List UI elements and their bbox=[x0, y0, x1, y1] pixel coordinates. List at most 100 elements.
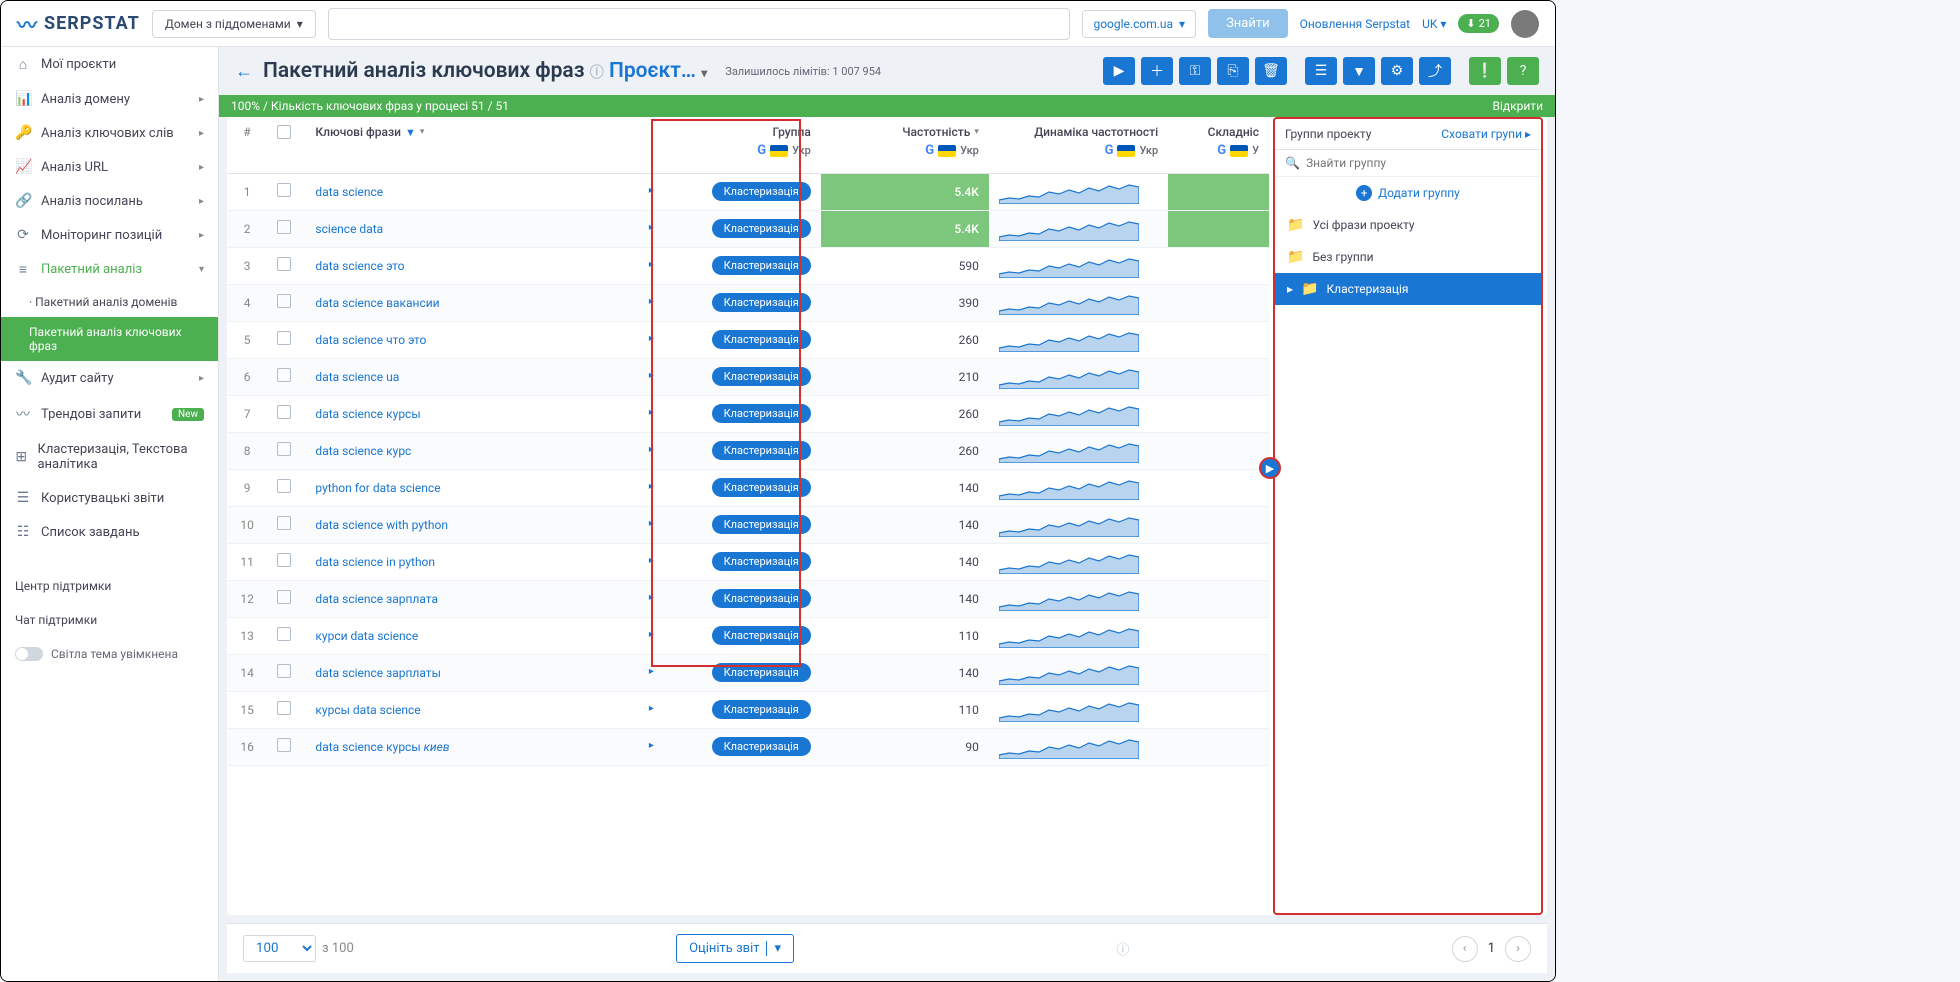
group-pill[interactable]: Кластеризація bbox=[712, 478, 811, 497]
expand-icon[interactable]: ▸ bbox=[649, 370, 654, 381]
group-pill[interactable]: Кластеризація bbox=[712, 552, 811, 571]
sort-icon[interactable]: ▾ bbox=[974, 127, 979, 137]
row-checkbox[interactable] bbox=[277, 331, 291, 345]
group-pill[interactable]: Кластеризація bbox=[712, 700, 811, 719]
keyword-cell[interactable]: data science курсы▸ bbox=[305, 395, 664, 432]
add-button[interactable]: ＋ bbox=[1141, 57, 1173, 85]
keyword-cell[interactable]: data science ua▸ bbox=[305, 358, 664, 395]
sidebar-item[interactable]: 📈Аналіз URL▸ bbox=[1, 150, 218, 184]
search-input[interactable] bbox=[328, 8, 1071, 40]
col-keywords[interactable]: Ключові фрази ▼ ▾ bbox=[305, 117, 664, 173]
expand-icon[interactable]: ▸ bbox=[649, 592, 654, 603]
hide-groups-link[interactable]: Сховати групи ▸ bbox=[1441, 127, 1531, 141]
sidebar-item[interactable]: ≡Пакетний аналіз▾ bbox=[1, 252, 218, 287]
language-select[interactable]: UK ▾ bbox=[1422, 17, 1446, 31]
settings-button[interactable]: ⚙ bbox=[1381, 57, 1413, 85]
group-pill[interactable]: Кластеризація bbox=[712, 663, 811, 682]
row-checkbox[interactable] bbox=[277, 738, 291, 752]
search-button[interactable]: Знайти bbox=[1208, 9, 1288, 38]
sort-icon[interactable]: ▾ bbox=[420, 127, 425, 137]
group-pill[interactable]: Кластеризація bbox=[712, 404, 811, 423]
search-type-select[interactable]: Домен з піддоменами ▾ bbox=[152, 10, 316, 38]
expand-icon[interactable]: ▸ bbox=[649, 481, 654, 492]
sidebar-item[interactable]: ☰Користувацькі звіти bbox=[1, 481, 218, 515]
sidebar-item[interactable]: 🔗Аналіз посилань▸ bbox=[1, 184, 218, 218]
col-frequency[interactable]: Частотність ▾ G Укр bbox=[821, 117, 989, 173]
play-button[interactable]: ▶ bbox=[1103, 57, 1135, 85]
next-page-button[interactable]: › bbox=[1505, 936, 1531, 962]
group-search-input[interactable] bbox=[1306, 156, 1531, 170]
row-checkbox[interactable] bbox=[277, 590, 291, 604]
support-chat-link[interactable]: Чат підтримки bbox=[1, 603, 218, 637]
sidebar-item[interactable]: 🔑Аналіз ключових слів▸ bbox=[1, 116, 218, 150]
info-icon[interactable]: ⓘ bbox=[1116, 939, 1129, 958]
keyword-cell[interactable]: python for data science▸ bbox=[305, 469, 664, 506]
feedback-button[interactable]: ❕ bbox=[1469, 57, 1501, 85]
keyword-cell[interactable]: science data▸ bbox=[305, 210, 664, 247]
filter-button[interactable]: ▼ bbox=[1343, 57, 1375, 85]
keyword-cell[interactable]: data science in python▸ bbox=[305, 543, 664, 580]
expand-icon[interactable]: ▸ bbox=[649, 222, 654, 233]
group-item[interactable]: 📁Без группи bbox=[1275, 241, 1541, 273]
expand-icon[interactable]: ▸ bbox=[649, 518, 654, 529]
expand-icon[interactable]: ▸ bbox=[649, 407, 654, 418]
support-center-link[interactable]: Центр підтримки bbox=[1, 569, 218, 603]
keyword-cell[interactable]: data science курсы киев▸ bbox=[305, 728, 664, 765]
row-checkbox[interactable] bbox=[277, 294, 291, 308]
row-checkbox[interactable] bbox=[277, 368, 291, 382]
group-search[interactable]: 🔍 bbox=[1275, 150, 1541, 177]
keyword-cell[interactable]: data science зарплаты▸ bbox=[305, 654, 664, 691]
updates-link[interactable]: Оновлення Serpstat bbox=[1300, 17, 1410, 31]
group-pill[interactable]: Кластеризація bbox=[712, 589, 811, 608]
keyword-cell[interactable]: data science что это▸ bbox=[305, 321, 664, 358]
row-checkbox[interactable] bbox=[277, 405, 291, 419]
download-badge[interactable]: ⬇ 21 bbox=[1458, 14, 1499, 33]
row-checkbox[interactable] bbox=[277, 442, 291, 456]
row-checkbox[interactable] bbox=[277, 479, 291, 493]
key-button[interactable]: ⚿ bbox=[1179, 57, 1211, 85]
keyword-cell[interactable]: data science курс▸ bbox=[305, 432, 664, 469]
group-pill[interactable]: Кластеризація bbox=[712, 219, 811, 238]
expand-icon[interactable]: ▸ bbox=[649, 185, 654, 196]
sidebar-item[interactable]: ⟳Моніторинг позицій▸ bbox=[1, 218, 218, 252]
sidebar-item[interactable]: ⌂Мої проєкти bbox=[1, 47, 218, 82]
col-dynamics[interactable]: Динаміка частотності G Укр bbox=[989, 117, 1168, 173]
group-item[interactable]: 📁Усі фрази проекту bbox=[1275, 209, 1541, 241]
delete-button[interactable]: 🗑 bbox=[1255, 57, 1287, 85]
keyword-cell[interactable]: data science with python▸ bbox=[305, 506, 664, 543]
search-engine-select[interactable]: google.com.ua ▾ bbox=[1082, 10, 1196, 38]
select-all-checkbox[interactable] bbox=[277, 125, 291, 139]
group-pill[interactable]: Кластеризація bbox=[712, 367, 811, 386]
expand-icon[interactable]: ▸ bbox=[649, 444, 654, 455]
page-size-select[interactable]: 100 bbox=[243, 935, 316, 962]
sidebar-item[interactable]: 〰Трендові запитиNew bbox=[1, 395, 218, 433]
sidebar-item[interactable]: 🔧Аудит сайту▸ bbox=[1, 361, 218, 395]
group-pill[interactable]: Кластеризація bbox=[712, 441, 811, 460]
sidebar-item[interactable]: 📊Аналіз домену▸ bbox=[1, 82, 218, 116]
export-button[interactable]: ⤴ bbox=[1419, 57, 1451, 85]
expand-panel-button[interactable]: ▶ bbox=[1259, 457, 1281, 479]
group-item[interactable]: ▸📁Кластеризація bbox=[1275, 273, 1541, 305]
open-link[interactable]: Відкрити bbox=[1493, 99, 1543, 113]
group-pill[interactable]: Кластеризація bbox=[712, 626, 811, 645]
sidebar-sub-item[interactable]: · Пакетний аналіз доменів bbox=[29, 287, 218, 317]
group-pill[interactable]: Кластеризація bbox=[712, 737, 811, 756]
row-checkbox[interactable] bbox=[277, 516, 291, 530]
expand-icon[interactable]: ▸ bbox=[649, 629, 654, 640]
rate-report-button[interactable]: Оцініть звіт ▾ bbox=[676, 934, 794, 963]
group-pill[interactable]: Кластеризація bbox=[712, 293, 811, 312]
help-button[interactable]: ? bbox=[1507, 57, 1539, 85]
col-group[interactable]: Группа G Укр bbox=[664, 117, 821, 173]
columns-button[interactable]: ☰ bbox=[1305, 57, 1337, 85]
row-checkbox[interactable] bbox=[277, 183, 291, 197]
row-checkbox[interactable] bbox=[277, 257, 291, 271]
filter-icon[interactable]: ▼ bbox=[405, 126, 416, 139]
row-checkbox[interactable] bbox=[277, 627, 291, 641]
theme-toggle[interactable]: Світла тема увімкнена bbox=[1, 637, 218, 671]
project-name[interactable]: Проєкт… bbox=[609, 59, 696, 83]
expand-icon[interactable]: ▸ bbox=[649, 666, 654, 677]
back-arrow-icon[interactable]: ← bbox=[235, 61, 253, 82]
sidebar-item[interactable]: ☷Список завдань bbox=[1, 515, 218, 549]
expand-icon[interactable]: ▸ bbox=[649, 333, 654, 344]
expand-icon[interactable]: ▸ bbox=[649, 555, 654, 566]
